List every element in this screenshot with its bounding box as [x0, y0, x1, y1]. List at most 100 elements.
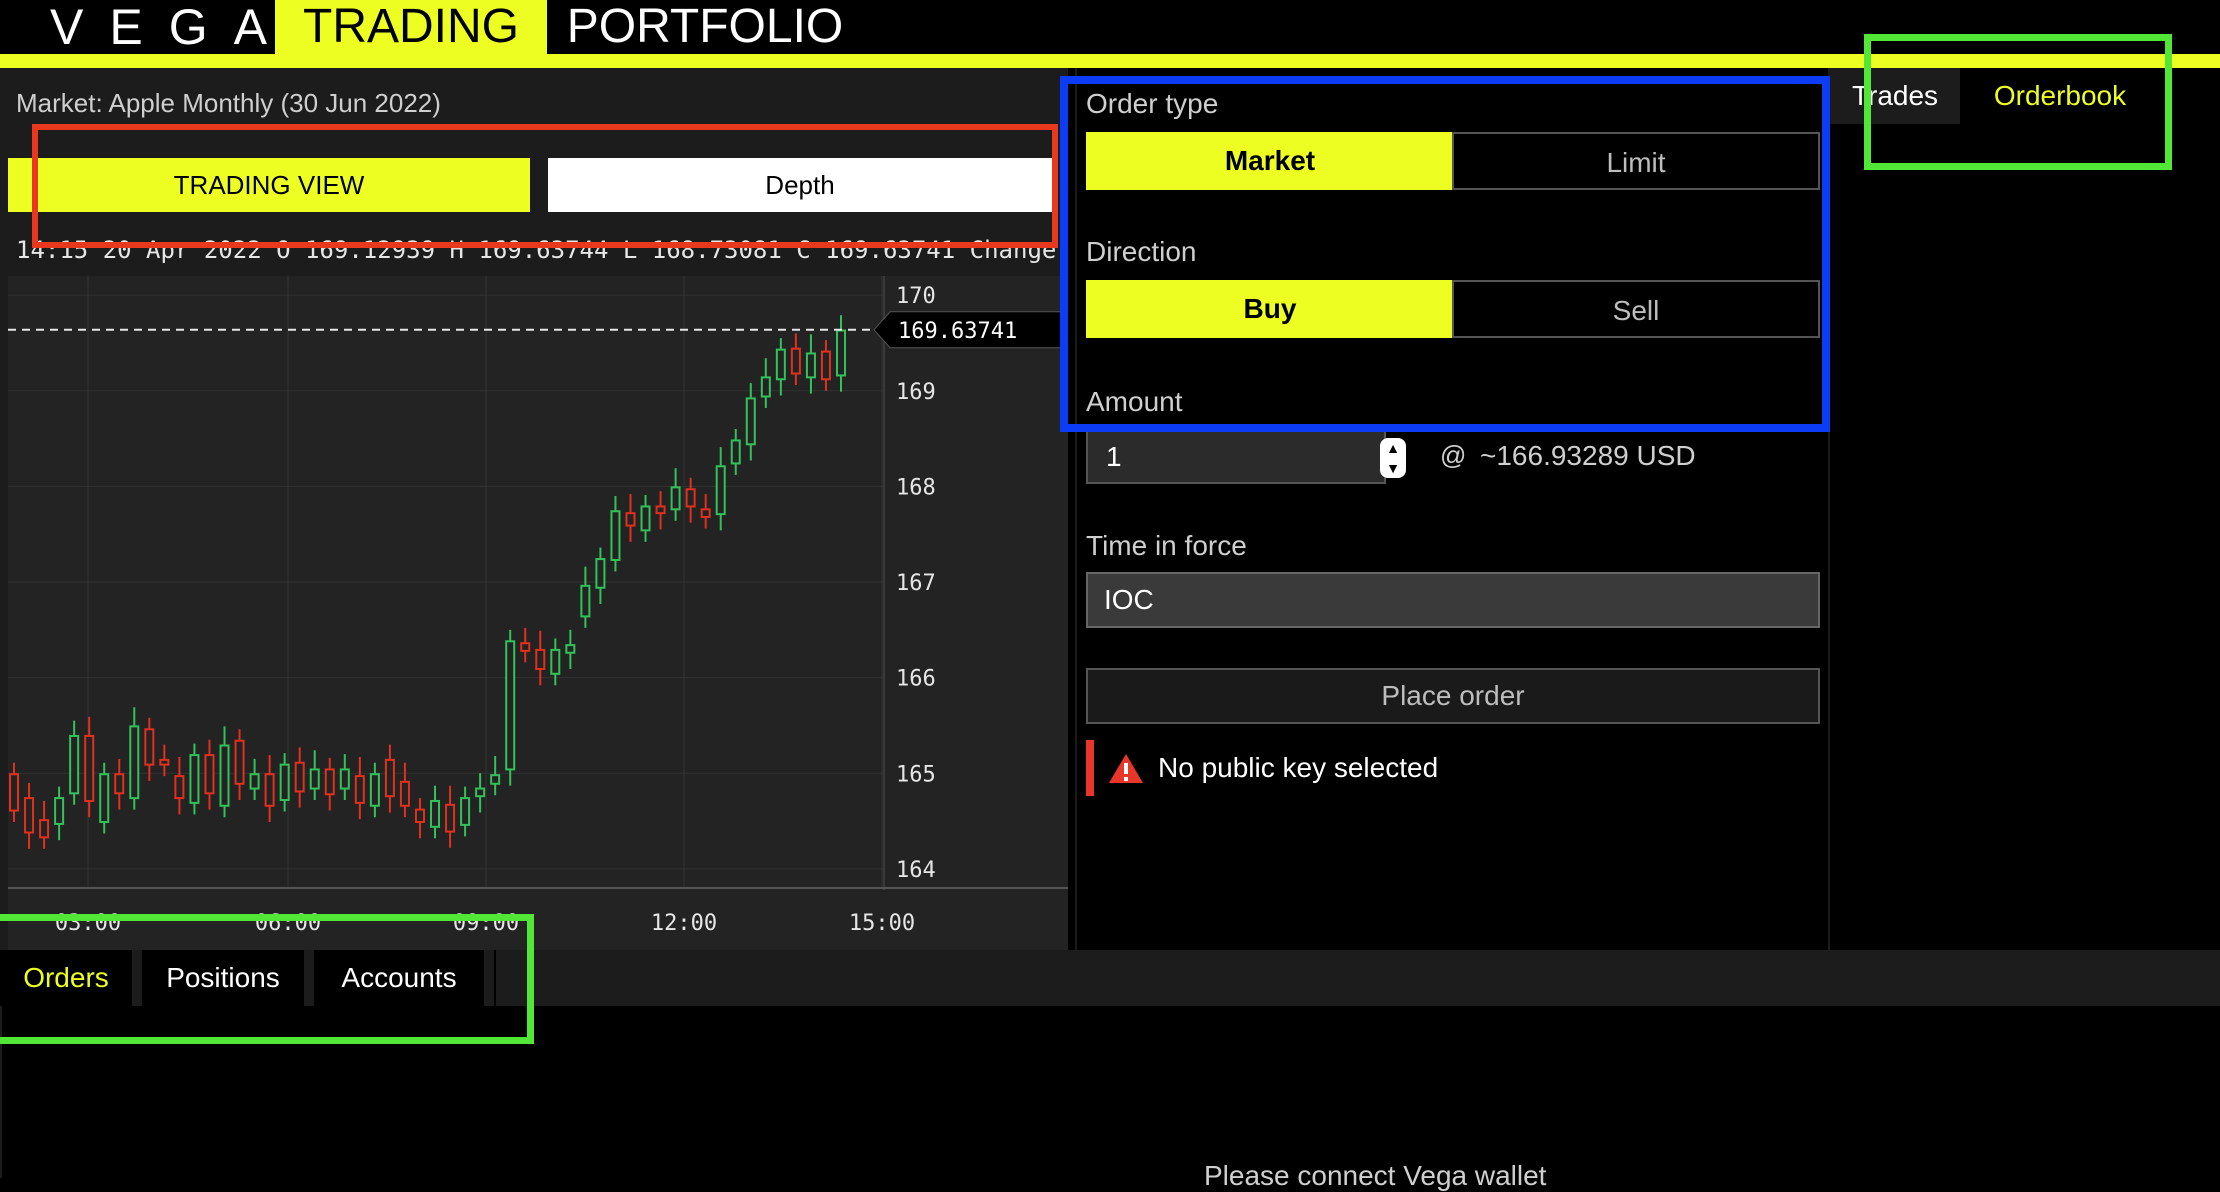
candle-body-up: [339, 768, 350, 790]
tab-trades[interactable]: Trades: [1830, 68, 1960, 124]
candle-body-down: [234, 739, 245, 785]
candle-body-down: [790, 347, 801, 375]
order-type-market-button[interactable]: Market: [1086, 132, 1454, 190]
candle-body-down: [399, 780, 410, 807]
candle-body-up: [475, 787, 486, 798]
time-in-force-label: Time in force: [1086, 530, 1247, 561]
candle-body-up: [309, 768, 320, 790]
candle-body-up: [189, 754, 200, 804]
price-tick-label: 168: [896, 475, 936, 500]
last-price-text: 169.63741: [898, 319, 1017, 344]
candlestick-chart[interactable]: 170 169 168 167 166 165 164 03:00 06:00 09:00 12:…: [8, 276, 1068, 950]
candle-body-down: [159, 758, 170, 766]
nav-tab-portfolio[interactable]: PORTFOLIO: [560, 0, 850, 54]
at-sign: @: [1440, 440, 1467, 470]
candle-body-up: [805, 352, 816, 379]
last-price-label: 169.63741: [873, 311, 1067, 349]
error-accent-bar: [1086, 740, 1094, 796]
direction-buy-button[interactable]: Buy: [1086, 280, 1454, 338]
candle-body-up: [565, 644, 576, 654]
ohlc-readout: 14:15 20 Apr 2022 O 169.12939 H 169.6374…: [16, 236, 1057, 264]
market-title: Market: Apple Monthly (30 Jun 2022): [16, 88, 441, 118]
vega-logo[interactable]: VEGA: [50, 0, 293, 54]
candle-body-up: [505, 640, 516, 771]
candle-body-up: [430, 799, 441, 828]
price-tick-label: 165: [896, 762, 936, 787]
candle-body-up: [610, 510, 621, 562]
candle-body-up: [775, 348, 786, 381]
panel-divider: [1075, 68, 1077, 950]
time-tick-label: 09:00: [453, 911, 519, 936]
candle-body-up: [595, 558, 606, 589]
candle: [189, 743, 200, 815]
order-type-label: Order type: [1086, 88, 1219, 119]
candle-body-down: [84, 734, 95, 802]
candle-body-down: [174, 775, 185, 800]
price-tick-label: 164: [896, 858, 936, 883]
candle-body-up: [369, 773, 380, 807]
amount-stepper[interactable]: ▲ ▼: [1380, 438, 1406, 478]
candle-body-up: [69, 734, 80, 795]
tab-accounts[interactable]: Accounts: [314, 950, 484, 1006]
time-tick-label: 15:00: [849, 911, 915, 936]
time-tick-label: 06:00: [255, 911, 321, 936]
price-tick-label: 167: [896, 571, 936, 596]
candle-body-up: [760, 376, 771, 398]
price-tick-label: 170: [896, 284, 936, 309]
header-accent-bar: [0, 54, 2220, 68]
candle-body-up: [580, 584, 591, 618]
candle-body-up: [715, 465, 726, 516]
tab-orderbook[interactable]: Orderbook: [1962, 68, 2158, 124]
candle-body-down: [354, 775, 365, 804]
amount-label: Amount: [1086, 386, 1183, 417]
price-tick-label: 166: [896, 667, 936, 692]
candle: [99, 762, 110, 834]
candle-body-up: [730, 439, 741, 465]
candle-body-down: [520, 642, 531, 652]
candle-body-down: [204, 754, 215, 795]
candle-body-up: [219, 744, 230, 807]
candle-body-down: [445, 803, 456, 833]
stepper-down-icon[interactable]: ▼: [1380, 458, 1406, 478]
candle-body-down: [324, 768, 335, 796]
candle-body-down: [655, 505, 666, 515]
place-order-button[interactable]: Place order: [1086, 668, 1820, 724]
candle-body-down: [144, 728, 155, 766]
error-message: No public key selected: [1158, 752, 1439, 783]
candle-body-up: [129, 725, 140, 800]
trading-view-tab[interactable]: TRADING VIEW: [8, 158, 530, 212]
nav-tab-trading[interactable]: TRADING: [275, 0, 547, 54]
candle-body-down: [535, 648, 546, 671]
direction-sell-button[interactable]: Sell: [1452, 280, 1820, 338]
candle-body-down: [384, 758, 395, 798]
panel-divider: [1828, 68, 1830, 950]
candle-body-up: [836, 329, 846, 377]
tab-orders[interactable]: Orders: [0, 950, 132, 1006]
tab-positions[interactable]: Positions: [142, 950, 304, 1006]
order-type-limit-button[interactable]: Limit: [1452, 132, 1820, 190]
candle-body-down: [39, 819, 50, 839]
candle-body-up: [745, 397, 756, 446]
stepper-up-icon[interactable]: ▲: [1380, 438, 1406, 458]
time-tick-label: 03:00: [55, 911, 121, 936]
depth-tab[interactable]: Depth: [548, 158, 1052, 212]
price-tick-label: 169: [896, 380, 936, 405]
candle-body-up: [99, 773, 110, 824]
chart-background: [8, 276, 1068, 950]
amount-input[interactable]: 1: [1086, 430, 1386, 484]
direction-label: Direction: [1086, 236, 1197, 267]
candle-body-up: [640, 505, 651, 532]
candle-body-down: [414, 808, 425, 824]
candle-body-down: [294, 761, 305, 793]
candle-body-down: [820, 350, 831, 381]
candle-body-down: [9, 773, 19, 812]
time-tick-label: 12:00: [651, 911, 717, 936]
candle-body-down: [114, 773, 125, 795]
candle-body-up: [460, 797, 471, 826]
tab-separator: [494, 950, 496, 1006]
candle-body-down: [24, 797, 35, 834]
candle: [505, 629, 516, 786]
approx-price: ~166.93289 USD: [1480, 440, 1696, 471]
time-in-force-select[interactable]: IOC: [1086, 572, 1820, 628]
connect-wallet-message: Please connect Vega wallet: [1204, 1160, 1547, 1191]
